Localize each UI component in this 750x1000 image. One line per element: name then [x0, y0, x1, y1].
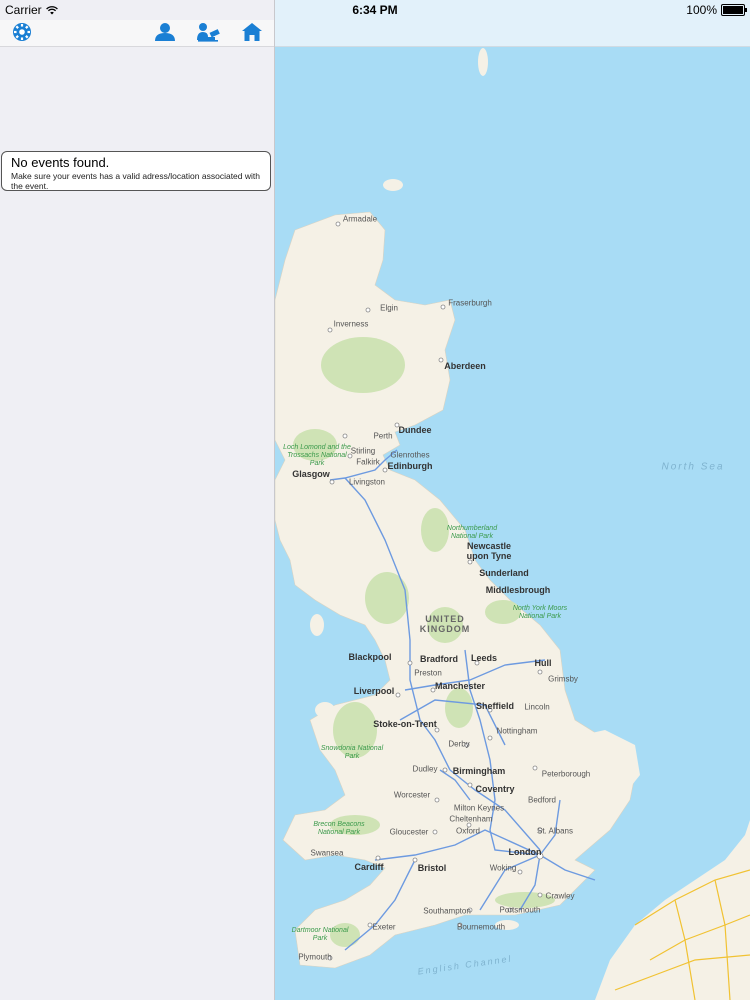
map-label: Cardiff [354, 862, 384, 872]
gear-icon [13, 23, 31, 41]
map-label: Preston [414, 668, 442, 678]
map-label: Glenrothes [390, 450, 430, 460]
country-label: UNITED KINGDOM [419, 614, 471, 634]
land-orkney [383, 179, 403, 191]
map-label: Stoke-on-Trent [373, 719, 437, 729]
park-label: Northumberland National Park [446, 525, 498, 540]
map-label: London [508, 847, 542, 857]
map-label: Portsmouth [499, 905, 541, 915]
map-label: Elgin [380, 303, 398, 313]
map-label: Grimsby [548, 674, 578, 684]
map-label: Manchester [434, 681, 486, 691]
map-label: Peterborough [541, 769, 591, 779]
map-label: Coventry [475, 784, 515, 794]
map-label: Dudley [412, 764, 438, 774]
map-label: Middlesbrough [485, 585, 551, 595]
park-label: North York Moors National Park [512, 605, 568, 620]
land-shetland [478, 48, 488, 76]
land-isle-of-man [310, 614, 324, 636]
map-label: Bournemouth [456, 922, 506, 932]
map-label: Perth [373, 431, 393, 441]
status-bar: Carrier 6:34 PM 100% [0, 0, 750, 20]
map-label: St. Albans [536, 826, 574, 836]
map-label: Edinburgh [387, 461, 433, 471]
map-label: Glasgow [292, 469, 330, 479]
map-label: Gloucester [389, 827, 429, 837]
message-body: Make sure your events has a valid adress… [11, 171, 260, 191]
status-time: 6:34 PM [352, 3, 398, 17]
map-label: Nottingham [496, 726, 538, 736]
map-label: Exeter [372, 922, 396, 932]
map-label: Birmingham [452, 766, 506, 776]
message-title: No events found. [11, 155, 110, 170]
map-label: Falkirk [356, 457, 380, 467]
park-cairngorms [321, 337, 405, 393]
map-label: Liverpool [353, 686, 395, 696]
map-label: Stirling [350, 446, 376, 456]
map-label: Worcester [393, 790, 431, 800]
park-label: Dartmoor National Park [291, 927, 349, 942]
settings-button[interactable] [9, 20, 35, 44]
user-icon [155, 23, 175, 41]
land-anglesey [315, 702, 335, 718]
park-label: Snowdonia National Park [320, 745, 384, 760]
map-label: Oxford [455, 826, 481, 836]
map-label: Leeds [470, 653, 498, 663]
user-desk-icon [197, 23, 220, 42]
map-label: Plymouth [298, 952, 332, 962]
map-label: Lincoln [524, 702, 550, 712]
land-continent [595, 820, 750, 1000]
toolbar [0, 20, 274, 47]
map-label: Dundee [398, 425, 432, 435]
park-label: Loch Lomond and the Trossachs National P… [283, 444, 351, 467]
map-label: Hull [534, 658, 552, 668]
map-label: Sheffield [475, 701, 515, 711]
park-lake-district [365, 572, 409, 624]
map-label: Southampton [423, 906, 471, 916]
map-label: Woking [489, 863, 517, 873]
home-button[interactable] [239, 20, 265, 44]
park-peak-district [445, 688, 473, 728]
park-label: Brecon Beacons National Park [313, 821, 365, 836]
map-label: Crawley [545, 891, 575, 901]
profile-button[interactable] [152, 20, 178, 44]
land-east-anglia [560, 730, 640, 800]
land-hebrides [279, 350, 295, 410]
map-label: Bedford [527, 795, 557, 805]
map-label: Bradford [420, 654, 458, 664]
checkin-button[interactable] [195, 20, 221, 44]
map-label: Newcastle upon Tyne [466, 541, 512, 561]
home-icon [242, 23, 262, 41]
battery-icon [721, 4, 747, 16]
map-label: Aberdeen [444, 361, 486, 371]
map-label: Armadale [342, 214, 378, 224]
map-label: Livingston [348, 477, 386, 487]
no-events-message: No events found. Make sure your events h… [1, 151, 271, 191]
sea-label: North Sea [661, 461, 725, 473]
map-label: Sunderland [479, 568, 529, 578]
map-label: Derby [448, 739, 470, 749]
map-label: Milton Keynes [453, 803, 505, 813]
events-panel: No events found. Make sure your events h… [0, 0, 275, 1000]
map-label: Blackpool [348, 652, 392, 662]
battery-label: 100% [686, 3, 717, 17]
map-label: Cheltenham [449, 814, 493, 824]
map-label: Swansea [310, 848, 344, 858]
map-label: Inverness [333, 319, 369, 329]
map-view[interactable]: Armadale Elgin Fraserburgh Inverness Abe… [275, 0, 750, 1000]
battery-indicator: 100% [686, 3, 747, 17]
map-label: Bristol [417, 863, 447, 873]
map-label: Fraserburgh [448, 298, 492, 308]
